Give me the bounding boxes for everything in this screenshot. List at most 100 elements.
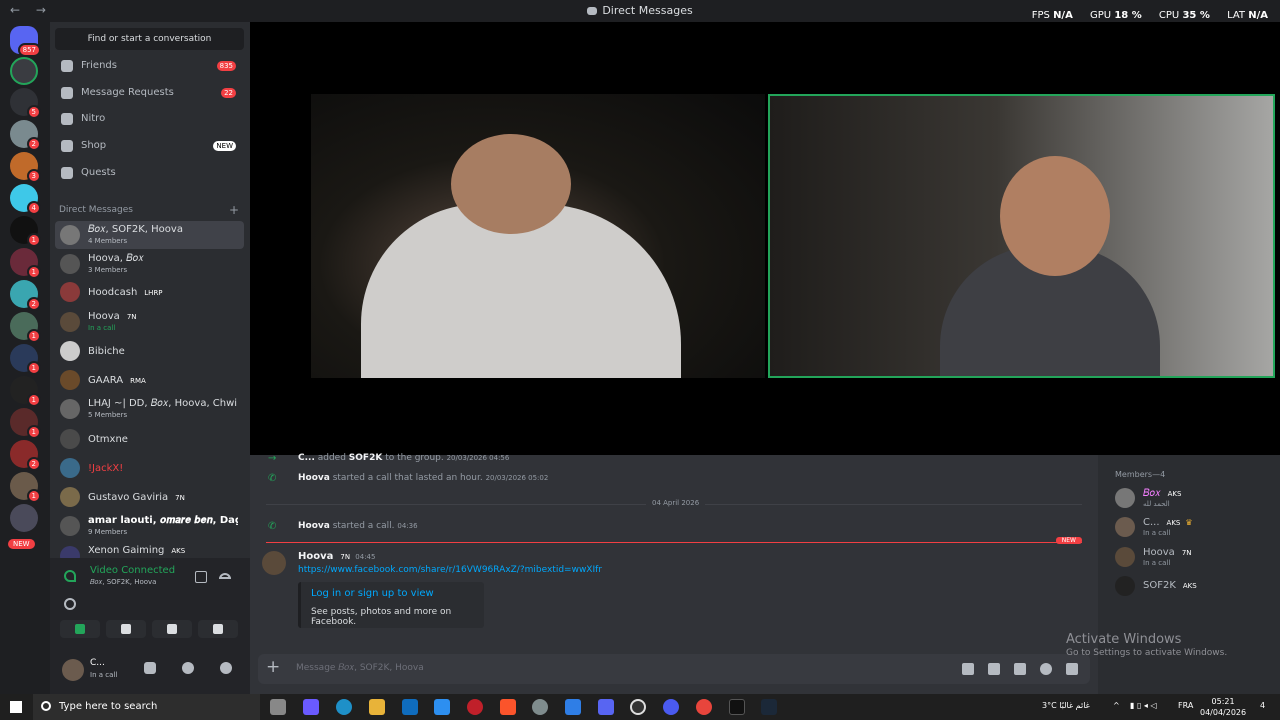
sticker-icon[interactable] bbox=[1014, 663, 1026, 675]
embed-title[interactable]: Log in or sign up to view bbox=[311, 588, 434, 599]
dm-item[interactable]: Xenon Gaiming AKS bbox=[55, 542, 244, 558]
server-icon[interactable]: 2 bbox=[10, 280, 41, 311]
activities-button[interactable] bbox=[152, 620, 192, 638]
dm-item[interactable]: 𝐵𝑜𝑥, SOF2K, Hoova 4 Members bbox=[55, 221, 244, 249]
message-link[interactable]: https://www.facebook.com/share/r/16VW96R… bbox=[298, 565, 602, 575]
windows-start-icon[interactable] bbox=[10, 701, 22, 713]
file-explorer-icon[interactable] bbox=[369, 699, 385, 715]
member-item[interactable]: Hoova 7N In a call bbox=[1115, 544, 1275, 568]
taskbar: Type here to search 3°C غائم غالبًا ^ ▮ … bbox=[0, 694, 1280, 720]
activity-icon[interactable] bbox=[64, 598, 76, 610]
nav-quests[interactable]: Quests bbox=[55, 161, 244, 185]
nav-friends[interactable]: Friends 835 bbox=[55, 54, 244, 78]
member-item[interactable]: SOF2K AKS bbox=[1115, 573, 1275, 597]
terminal-icon[interactable] bbox=[729, 699, 745, 715]
member-item[interactable]: C... AKS ♛ In a call bbox=[1115, 514, 1275, 538]
store-icon[interactable] bbox=[434, 699, 450, 715]
app-icon[interactable] bbox=[467, 699, 483, 715]
avatar[interactable] bbox=[262, 551, 286, 575]
dm-item[interactable]: !JackX! bbox=[55, 454, 244, 482]
tray-icons[interactable]: ▮ ▯ ◂ ◁ bbox=[1130, 701, 1157, 710]
server-icon[interactable]: 1 bbox=[10, 248, 41, 279]
dm-item[interactable]: Hoova 7N In a call bbox=[55, 308, 244, 336]
camera-button[interactable] bbox=[60, 620, 100, 638]
noise-suppression-icon[interactable] bbox=[195, 571, 207, 583]
dm-item[interactable]: Otmxne bbox=[55, 425, 244, 453]
disconnect-icon[interactable] bbox=[219, 573, 231, 579]
discord-icon[interactable] bbox=[598, 699, 614, 715]
app-icon[interactable] bbox=[532, 699, 548, 715]
language-indicator[interactable]: FRA bbox=[1178, 701, 1193, 710]
video-tile[interactable] bbox=[311, 94, 765, 378]
dm-item[interactable]: Gustavo Gaviria 7N bbox=[55, 483, 244, 511]
server-icon[interactable]: 1 bbox=[10, 344, 41, 375]
server-icon[interactable]: 1 bbox=[10, 376, 41, 407]
create-dm-icon[interactable]: + bbox=[229, 203, 239, 217]
edge-icon[interactable] bbox=[336, 699, 352, 715]
nav-message-requests[interactable]: Message Requests 22 bbox=[55, 81, 244, 105]
vscode-icon[interactable] bbox=[565, 699, 581, 715]
steam-icon[interactable] bbox=[761, 699, 777, 715]
title-bar: ← → Direct Messages FPS N/A GPU 18 % CPU… bbox=[0, 0, 1280, 22]
link-embed: Log in or sign up to view See posts, pho… bbox=[298, 582, 484, 628]
mail-icon bbox=[61, 87, 73, 99]
apps-icon[interactable] bbox=[1066, 663, 1078, 675]
server-icon[interactable]: 1 bbox=[10, 312, 41, 343]
tray-chevron-icon[interactable]: ^ bbox=[1113, 701, 1120, 710]
dm-item[interactable]: Bibiche bbox=[55, 337, 244, 365]
server-icon[interactable]: 1 bbox=[10, 408, 41, 439]
activate-windows-title: Activate Windows bbox=[1066, 632, 1182, 647]
signal-icon bbox=[64, 570, 76, 582]
chrome-icon[interactable] bbox=[696, 699, 712, 715]
avatar[interactable] bbox=[62, 659, 84, 681]
screenshare-icon bbox=[121, 624, 131, 634]
server-icon[interactable] bbox=[10, 57, 38, 85]
app-icon[interactable] bbox=[663, 699, 679, 715]
clock[interactable]: 05:21 04/04/2026 bbox=[1200, 696, 1246, 718]
outlook-icon[interactable] bbox=[402, 699, 418, 715]
system-message: ✆ Hoova started a call that lasted an hou… bbox=[268, 473, 549, 484]
dm-item[interactable]: LHAJ ~| DD, 𝐵𝑜𝑥, Hoova, Chwi... 5 Members bbox=[55, 395, 244, 423]
server-icon[interactable]: 2 bbox=[10, 440, 41, 471]
emoji-icon[interactable] bbox=[1040, 663, 1052, 675]
server-icon[interactable]: 3 bbox=[10, 152, 41, 183]
dm-item[interactable]: amar laouti, 𝒐𝒎𝒂𝒓𝒆 𝒃𝒆𝒏, DagLa...9 Member… bbox=[55, 512, 244, 540]
taskbar-search[interactable]: Type here to search bbox=[33, 694, 260, 720]
find-conversation-button[interactable]: Find or start a conversation bbox=[55, 28, 244, 50]
gift-icon[interactable] bbox=[962, 663, 974, 675]
server-icon[interactable]: 1 bbox=[10, 216, 41, 247]
member-item[interactable]: 𝐵𝑜𝑥 AKS الحمد لله bbox=[1115, 485, 1275, 509]
brave-icon[interactable] bbox=[500, 699, 516, 715]
arrow-icon: → bbox=[268, 453, 277, 464]
dm-item[interactable]: GAARA RMA bbox=[55, 366, 244, 394]
new-unreads-pill[interactable]: NEW bbox=[8, 539, 35, 549]
home-button[interactable]: 857 bbox=[10, 26, 41, 57]
screenshare-button[interactable] bbox=[106, 620, 146, 638]
copilot-icon[interactable] bbox=[303, 699, 319, 715]
message-author[interactable]: Hoova 7N 04:45 bbox=[298, 551, 375, 562]
server-icon[interactable]: 5 bbox=[10, 88, 41, 119]
dm-item[interactable]: Hoova, 𝐵𝑜𝑥 3 Members bbox=[55, 250, 244, 278]
weather-widget[interactable]: 3°C غائم غالبًا bbox=[1042, 701, 1090, 710]
attach-plus-icon[interactable]: + bbox=[266, 657, 280, 677]
task-view-icon[interactable] bbox=[270, 699, 286, 715]
gif-icon[interactable] bbox=[988, 663, 1000, 675]
server-icon[interactable] bbox=[10, 504, 38, 532]
user-panel: C... In a call bbox=[50, 652, 250, 694]
obs-icon[interactable] bbox=[630, 699, 646, 715]
message-input[interactable]: Message 𝐵𝑜𝑥, SOF2K, Hoova bbox=[296, 663, 424, 673]
headphones-icon[interactable] bbox=[182, 662, 194, 674]
soundboard-button[interactable] bbox=[198, 620, 238, 638]
server-icon[interactable]: 2 bbox=[10, 120, 41, 151]
nav-shop[interactable]: Shop NEW bbox=[55, 134, 244, 158]
notification-count[interactable]: 4 bbox=[1260, 701, 1265, 710]
server-icon[interactable]: 1 bbox=[10, 472, 41, 503]
message-composer[interactable]: + Message 𝐵𝑜𝑥, SOF2K, Hoova bbox=[258, 654, 1090, 684]
microphone-icon[interactable] bbox=[144, 662, 156, 674]
video-tile-speaking[interactable] bbox=[768, 94, 1275, 378]
avatar bbox=[60, 546, 80, 558]
dm-item[interactable]: Hoodcash LHRP bbox=[55, 278, 244, 306]
server-icon[interactable]: 4 bbox=[10, 184, 41, 215]
gear-icon[interactable] bbox=[220, 662, 232, 674]
nav-nitro[interactable]: Nitro bbox=[55, 107, 244, 131]
